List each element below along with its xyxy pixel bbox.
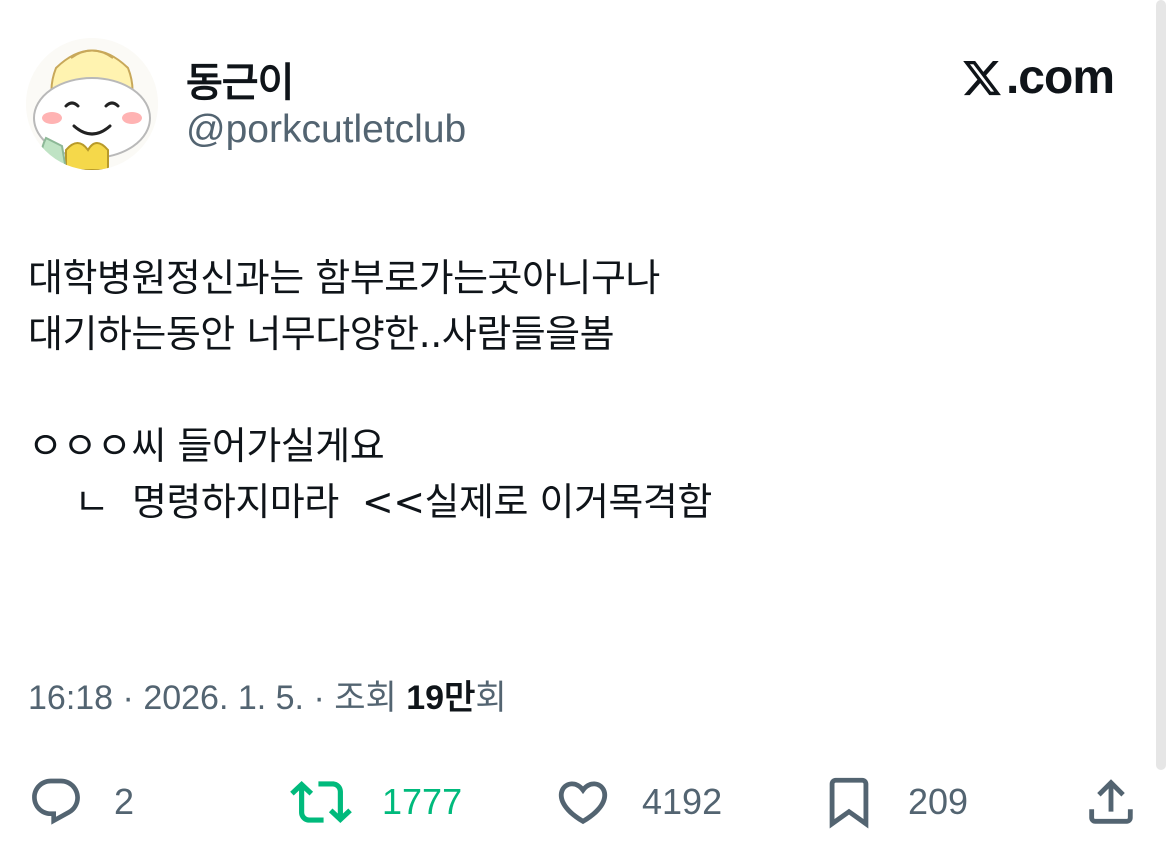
author-handle[interactable]: @porkcutletclub — [186, 108, 466, 152]
like-button[interactable]: 4192 — [554, 770, 722, 834]
tweet-time[interactable]: 16:18 — [28, 679, 113, 717]
tweet-text: 대학병원정신과는 함부로가는곳아니구나 대기하는동안 너무다양한..사람들을봄 … — [28, 256, 712, 524]
bookmark-count: 209 — [908, 781, 969, 822]
retweet-icon — [290, 781, 352, 823]
brand-logo: .com — [960, 50, 1115, 105]
meta-separator: · — [304, 679, 335, 717]
retweet-count: 1777 — [382, 781, 463, 822]
views-label: 조회 — [334, 679, 407, 717]
share-icon — [1089, 779, 1133, 824]
author-display-name[interactable]: 동근이 — [186, 50, 294, 108]
tweet-date[interactable]: 2026. 1. 5. — [143, 679, 304, 717]
share-button[interactable] — [1082, 770, 1140, 834]
avatar[interactable] — [26, 38, 158, 170]
like-count: 4192 — [642, 781, 723, 822]
tweet-meta: 16:18 · 2026. 1. 5. · 조회 19만회 — [28, 670, 507, 719]
meta-separator: · — [113, 679, 144, 717]
x-logo-icon — [963, 60, 1001, 95]
views-suffix: 회 — [475, 679, 507, 717]
views-count: 19만 — [406, 679, 476, 717]
scrollbar[interactable] — [1156, 0, 1166, 770]
reply-button[interactable]: 2 — [28, 770, 134, 834]
action-bar: 2 1777 4192 209 — [0, 770, 1170, 834]
bookmark-icon — [829, 777, 869, 829]
cartoon-face-avatar-icon — [26, 38, 158, 170]
heart-icon — [558, 781, 608, 825]
retweet-button[interactable]: 1777 — [290, 770, 462, 834]
brand-domain: .com — [1005, 51, 1115, 104]
bookmark-button[interactable]: 209 — [820, 770, 968, 834]
reply-bubble-icon — [32, 778, 80, 825]
reply-count: 2 — [114, 781, 135, 822]
